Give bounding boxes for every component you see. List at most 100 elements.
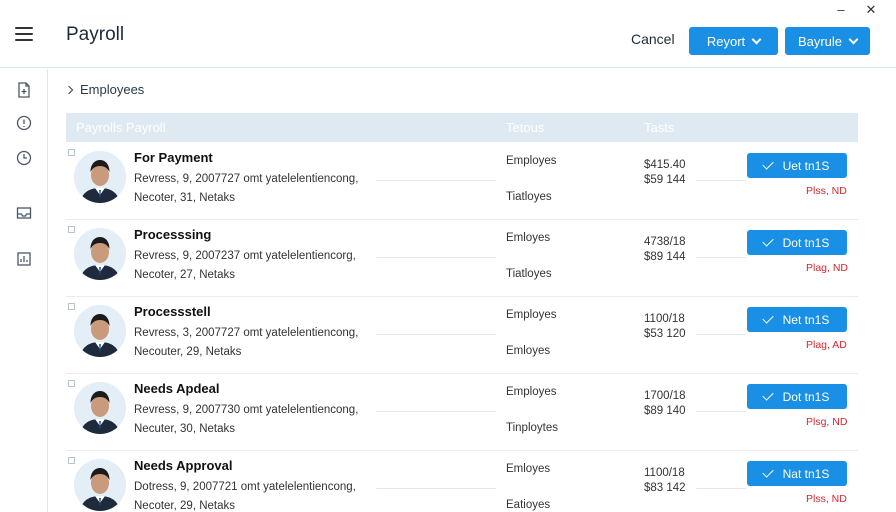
table-header: Payrolls Payroll Tetous Tasts bbox=[66, 113, 858, 142]
row-detail: Revress, 3, 2007727 omt yatelelentiencon… bbox=[134, 327, 359, 339]
chevron-right-icon bbox=[64, 85, 74, 94]
row-amount-secondary: $83 142 bbox=[644, 482, 686, 494]
row-title: Processsing bbox=[134, 227, 212, 242]
column-header-status[interactable]: Tetous bbox=[506, 120, 544, 135]
row-action-button[interactable]: Net tn1S bbox=[747, 307, 847, 332]
check-icon bbox=[761, 312, 774, 324]
row-status: Emloyes bbox=[506, 463, 551, 475]
divider bbox=[376, 257, 496, 258]
column-header-tasks[interactable]: Tasts bbox=[644, 120, 674, 135]
avatar bbox=[74, 228, 126, 280]
status-badge: Plsg, ND bbox=[806, 416, 848, 428]
check-icon bbox=[761, 389, 774, 401]
row-action-label: Net tn1S bbox=[782, 312, 830, 327]
row-status-secondary: Tinploytes bbox=[506, 422, 558, 434]
row-checkbox[interactable] bbox=[68, 226, 75, 233]
row-amount: 1100/18 bbox=[644, 467, 685, 479]
table-row[interactable]: Processstell Revress, 3, 2007727 omt yate… bbox=[66, 297, 858, 374]
status-badge: Plss, ND bbox=[806, 493, 847, 505]
chevron-down-icon bbox=[848, 34, 859, 44]
row-detail: Dotress, 9, 2007721 omt yatelelentiencon… bbox=[134, 481, 356, 493]
avatar bbox=[74, 382, 126, 434]
row-status: Emloyes bbox=[506, 232, 551, 244]
row-checkbox[interactable] bbox=[68, 303, 75, 310]
avatar bbox=[74, 459, 126, 511]
divider bbox=[376, 334, 496, 335]
row-action-label: Dot tn1S bbox=[782, 235, 830, 250]
row-action-button[interactable]: Dot tn1S bbox=[747, 230, 847, 255]
divider bbox=[696, 257, 746, 258]
row-checkbox[interactable] bbox=[68, 457, 75, 464]
row-title: For Payment bbox=[134, 150, 213, 165]
menu-icon[interactable] bbox=[15, 27, 33, 41]
row-action-label: Dot tn1S bbox=[782, 389, 830, 404]
status-badge: Plss, ND bbox=[806, 185, 847, 197]
row-amount: $415.40 bbox=[644, 159, 686, 171]
table-row[interactable]: Needs Apdeal Revress, 9, 2007730 omt yate… bbox=[66, 374, 858, 451]
status-badge: Plag, AD bbox=[806, 339, 847, 351]
row-subdetail: Necoter, 27, Netaks bbox=[134, 269, 235, 281]
check-icon bbox=[761, 466, 774, 478]
row-subdetail: Necouter, 29, Netaks bbox=[134, 346, 242, 358]
row-status: Employes bbox=[506, 386, 557, 398]
cancel-button[interactable]: Cancel bbox=[631, 31, 675, 47]
divider bbox=[376, 411, 496, 412]
row-amount-secondary: $89 140 bbox=[644, 405, 686, 417]
row-checkbox[interactable] bbox=[68, 149, 75, 156]
row-action-label: Uet tn1S bbox=[782, 158, 830, 173]
row-amount-secondary: $89 144 bbox=[644, 251, 686, 263]
row-title: Processstell bbox=[134, 304, 211, 319]
inbox-icon[interactable] bbox=[15, 204, 33, 222]
row-subdetail: Necoter, 29, Netaks bbox=[134, 500, 235, 512]
clock-icon[interactable] bbox=[15, 149, 33, 167]
divider bbox=[696, 488, 746, 489]
row-status-secondary: Emloyes bbox=[506, 345, 551, 357]
row-subdetail: Necoter, 31, Netaks bbox=[134, 192, 235, 204]
row-action-button[interactable]: Nat tn1S bbox=[747, 461, 847, 486]
page-title: Payroll bbox=[66, 24, 125, 45]
column-header-name[interactable]: Payrolls Payroll bbox=[76, 120, 166, 135]
divider bbox=[376, 180, 496, 181]
row-status-secondary: Tiatloyes bbox=[506, 191, 552, 203]
row-amount: 1700/18 bbox=[644, 390, 686, 402]
check-icon bbox=[761, 158, 774, 170]
row-detail: Revress, 9, 2007237 omt yatelelentiencor… bbox=[134, 250, 356, 262]
row-amount: 1100/18 bbox=[644, 313, 685, 325]
chevron-down-icon bbox=[751, 34, 762, 44]
sidebar bbox=[0, 69, 48, 512]
row-amount-secondary: $53 120 bbox=[644, 328, 686, 340]
row-detail: Revress, 9, 2007727 omt yatelelentiencon… bbox=[134, 173, 359, 185]
row-action-button[interactable]: Dot tn1S bbox=[747, 384, 847, 409]
avatar bbox=[74, 305, 126, 357]
row-action-button[interactable]: Uet tn1S bbox=[747, 153, 847, 178]
report-button[interactable]: Reyort bbox=[689, 27, 778, 55]
payrule-button-label: Bayrule bbox=[797, 33, 843, 49]
check-icon bbox=[761, 235, 774, 247]
status-badge: Plag, ND bbox=[806, 262, 849, 274]
payrule-button[interactable]: Bayrule bbox=[785, 27, 870, 55]
row-status: Employes bbox=[506, 155, 557, 167]
row-title: Needs Approval bbox=[134, 458, 233, 473]
divider bbox=[376, 488, 496, 489]
row-title: Needs Apdeal bbox=[134, 381, 220, 396]
report-button-label: Reyort bbox=[706, 33, 746, 49]
table-row[interactable]: For Payment Revress, 9, 2007727 omt yatel… bbox=[66, 143, 858, 220]
divider bbox=[696, 180, 746, 181]
breadcrumb-label: Employees bbox=[80, 82, 145, 97]
divider bbox=[696, 411, 746, 412]
row-amount-secondary: $59 144 bbox=[644, 174, 686, 186]
divider bbox=[696, 334, 746, 335]
report-icon[interactable] bbox=[15, 250, 33, 268]
app-header: Payroll Cancel Reyort Bayrule bbox=[0, 0, 896, 68]
row-checkbox[interactable] bbox=[68, 380, 75, 387]
row-action-label: Nat tn1S bbox=[782, 466, 830, 481]
table-row[interactable]: Processsing Revress, 9, 2007237 omt yatel… bbox=[66, 220, 858, 297]
row-subdetail: Necuter, 30, Netaks bbox=[134, 423, 235, 435]
info-icon[interactable] bbox=[15, 114, 33, 132]
row-detail: Revress, 9, 2007730 omt yatelelentiencon… bbox=[134, 404, 359, 416]
row-amount: 4738/18 bbox=[644, 236, 686, 248]
row-status: Employes bbox=[506, 309, 557, 321]
document-add-icon[interactable] bbox=[15, 81, 33, 99]
breadcrumb[interactable]: Employees bbox=[64, 82, 145, 97]
table-row[interactable]: Needs Approval Dotress, 9, 2007721 omt ya… bbox=[66, 451, 858, 512]
